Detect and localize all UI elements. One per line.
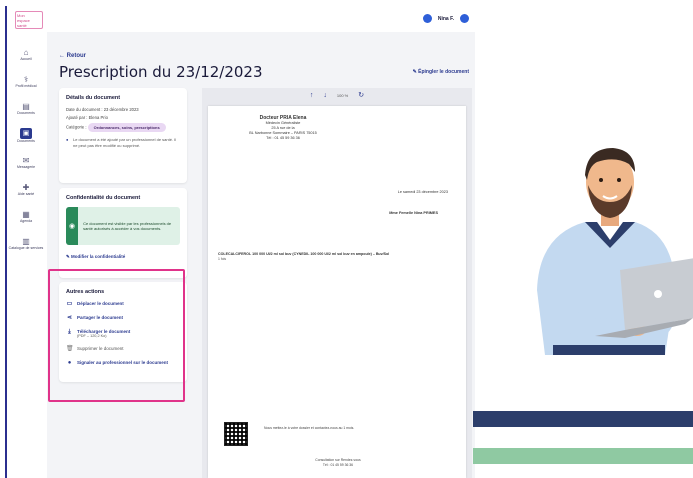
user-name: Nina F. <box>437 15 454 22</box>
footer-line: Consultation sur Rendez-vous <box>315 458 361 462</box>
edit-confidentiality-link[interactable]: ✎ Modifier la confidentialité <box>66 254 180 260</box>
sidebar: ⌂ Accueil ⚕ Profil médical ▤ Documents ▣… <box>7 42 45 478</box>
category-row: Catégorie : Ordonnances, soins, prescrip… <box>66 123 180 132</box>
sidebar-item-profile[interactable]: ⚕ Profil médical <box>7 69 45 94</box>
sidebar-item-label: Profil médical <box>15 84 37 88</box>
page-title: Prescription du 23/12/2023 <box>59 63 263 81</box>
document-details-card: Détails du document Date du document : 2… <box>59 88 187 183</box>
top-bar: Mon espace santé Nina F. <box>7 6 475 32</box>
doctor-specialty: Médecin Généraliste <box>265 121 301 125</box>
document-page: Docteur PRIA Elena Médecin Généraliste 2… <box>208 106 466 478</box>
confidentiality-card: Confidentialité du document ◉ Ce documen… <box>59 188 187 278</box>
sidebar-item-label: Aide santé <box>17 192 35 196</box>
details-note: Le document a été ajouté par un professi… <box>66 137 180 148</box>
category-badge: Ordonnances, soins, prescriptions <box>87 123 166 132</box>
download-icon[interactable]: ↓ <box>323 92 327 99</box>
prescription-date: Le samedi 23 décembre 2023 <box>397 190 448 194</box>
doctor-phone: Tél : 01 45 59 36 36 <box>266 136 300 140</box>
help-icon: ✚ <box>22 183 30 192</box>
doctor-address: 25 A rue de la <box>271 126 295 130</box>
sidebar-item-agenda[interactable]: ▦ Agenda <box>7 204 45 229</box>
document-author: Ajouté par : Elena Prio <box>66 115 108 120</box>
document-footer-note: Nous mettez-le à votre dossier et contac… <box>264 426 355 430</box>
footer-line: Tél : 01 45 59 36 36 <box>322 462 354 467</box>
document-viewer: ↑ ↓ 100 % ↻ Docteur PRIA Elena Médecin G… <box>202 88 472 478</box>
doctor-header: Docteur PRIA Elena Médecin Généraliste 2… <box>228 116 338 141</box>
sidebar-item-cabinet[interactable]: ▤ Documents <box>7 96 45 121</box>
sidebar-item-label: Documents <box>17 111 35 115</box>
man-with-laptop-illustration <box>537 148 693 355</box>
confidentiality-box: ◉ Ce document est visible par les profes… <box>66 207 180 245</box>
viewer-toolbar: ↑ ↓ 100 % ↻ <box>202 88 472 102</box>
profile-icon: ⚕ <box>23 75 29 84</box>
cabinet-icon: ▤ <box>22 102 30 111</box>
sidebar-item-home[interactable]: ⌂ Accueil <box>7 42 45 67</box>
decorative-stripe-green <box>473 448 693 464</box>
other-actions-highlight <box>48 269 185 402</box>
sidebar-item-label: Agenda <box>19 219 33 223</box>
main-content: ← Retour Prescription du 23/12/2023 ✎ Ép… <box>47 32 475 478</box>
decorative-stripe-dark <box>473 411 693 427</box>
pin-label: Épingler le document <box>418 69 469 75</box>
sidebar-item-help[interactable]: ✚ Aide santé <box>7 177 45 202</box>
eye-icon: ◉ <box>66 207 79 245</box>
back-link[interactable]: ← Retour <box>59 53 86 59</box>
pin-document-link[interactable]: ✎ Épingler le document <box>413 69 469 75</box>
notification-icon[interactable] <box>422 14 432 23</box>
page: Mon espace santé Nina F. ⌂ Accueil ⚕ Pro… <box>0 0 693 478</box>
document-footer-signature: Consultation sur Rendez-vous Tél : 01 45… <box>298 458 378 467</box>
sidebar-item-label: Accueil <box>20 57 32 61</box>
edit-confidentiality-label: Modifier la confidentialité <box>71 254 126 259</box>
back-label: Retour <box>66 53 87 59</box>
details-title: Détails du document <box>66 95 121 101</box>
category-label: Catégorie : <box>66 124 87 130</box>
home-icon: ⌂ <box>23 48 29 57</box>
sidebar-item-documents[interactable]: ▣ Documents <box>7 123 45 148</box>
mail-icon: ✉ <box>22 156 30 165</box>
documents-icon: ▣ <box>20 128 32 139</box>
confidentiality-title: Confidentialité du document <box>66 195 141 201</box>
sidebar-item-label: Catalogue de services <box>8 246 44 250</box>
prescription-line: COLECALCIFEROL 100 000 UI/2 ml sol buv (… <box>218 252 390 256</box>
agenda-icon: ▦ <box>22 210 30 219</box>
rotate-icon[interactable]: ↻ <box>358 91 364 99</box>
confidentiality-text: Ce document est visible par les professi… <box>83 220 172 232</box>
catalog-icon: ▥ <box>22 237 30 246</box>
avatar[interactable] <box>460 14 469 23</box>
qr-code <box>224 422 248 446</box>
upload-icon[interactable]: ↑ <box>310 92 314 99</box>
patient-name: Mme Femelle Nina PRIMES <box>389 211 438 215</box>
logo-line: santé <box>17 23 27 28</box>
zoom-level: 100 % <box>336 92 349 98</box>
sidebar-item-label: Documents <box>17 139 35 143</box>
user-menu[interactable]: Nina F. <box>422 14 469 23</box>
app-window: Mon espace santé Nina F. ⌂ Accueil ⚕ Pro… <box>5 6 475 478</box>
app-logo[interactable]: Mon espace santé <box>15 11 43 29</box>
sidebar-item-label: Messagerie <box>16 165 36 169</box>
sidebar-item-catalog[interactable]: ▥ Catalogue de services <box>7 231 45 256</box>
document-date: Date du document : 23 décembre 2023 <box>66 107 139 112</box>
sidebar-item-messages[interactable]: ✉ Messagerie <box>7 150 45 175</box>
prescription-dosage: 1 fois <box>218 257 227 261</box>
doctor-city: BL Narbonne Sommaire – PARIS 75015 <box>249 131 317 135</box>
